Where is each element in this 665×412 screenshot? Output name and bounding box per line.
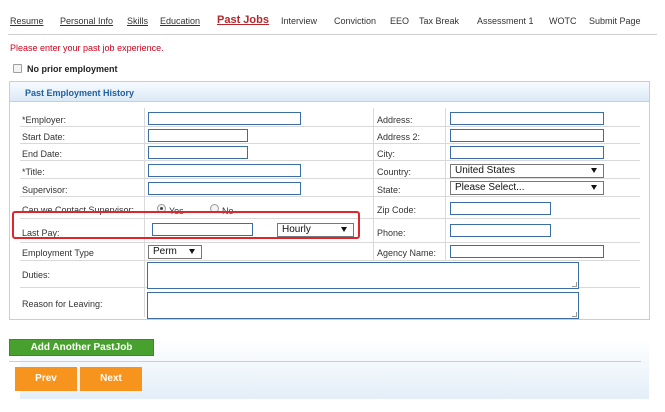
row-divider (20, 178, 640, 179)
start-date-label: Start Date: (22, 132, 66, 142)
nav-item-wotc[interactable]: WOTC (549, 16, 577, 26)
resize-grip-icon[interactable] (572, 282, 577, 287)
last-pay-highlight (12, 211, 360, 239)
employment-type-value: Perm (153, 246, 177, 257)
panel-header: Past Employment History (10, 82, 649, 102)
address2-label: Address 2: (377, 132, 421, 142)
state-select[interactable]: Please Select... (450, 181, 604, 195)
supervisor-label: Supervisor: (22, 185, 68, 195)
supervisor-input[interactable] (148, 182, 301, 195)
chevron-down-icon (591, 185, 597, 190)
column-divider (445, 108, 446, 260)
address-input[interactable] (450, 112, 604, 125)
title-input[interactable] (148, 164, 301, 177)
past-employment-panel: Past Employment History *Employer: Start… (9, 81, 650, 399)
state-value: Please Select... (455, 182, 525, 193)
country-value: United States (455, 165, 516, 176)
employer-input[interactable] (148, 112, 301, 125)
nav-item-education[interactable]: Education (160, 16, 200, 26)
address2-input[interactable] (450, 129, 604, 142)
step-navigation: Resume Personal Info Skills Education Pa… (0, 0, 665, 34)
row-divider (20, 126, 640, 127)
row-divider (20, 260, 640, 261)
reason-for-leaving-textarea[interactable] (147, 292, 579, 319)
row-divider (20, 160, 640, 161)
city-input[interactable] (450, 146, 604, 159)
nav-item-personal-info[interactable]: Personal Info (60, 16, 113, 26)
end-date-input[interactable] (148, 146, 248, 159)
zip-code-label: Zip Code: (377, 205, 417, 215)
panel-title: Past Employment History (25, 88, 135, 98)
nav-item-resume[interactable]: Resume (10, 16, 44, 26)
nav-item-assessment-1[interactable]: Assessment 1 (477, 16, 534, 26)
reason-for-leaving-label: Reason for Leaving: (22, 299, 103, 309)
start-date-input[interactable] (148, 129, 248, 142)
state-label: State: (377, 185, 401, 195)
country-select[interactable]: United States (450, 164, 604, 178)
resize-grip-icon[interactable] (572, 312, 577, 317)
phone-label: Phone: (377, 228, 406, 238)
row-divider (20, 196, 640, 197)
row-divider (20, 242, 640, 243)
agency-name-label: Agency Name: (377, 248, 437, 258)
no-prior-employment-label: No prior employment (27, 64, 118, 74)
nav-item-skills[interactable]: Skills (127, 16, 148, 26)
end-date-label: End Date: (22, 149, 63, 159)
country-label: Country: (377, 167, 412, 177)
agency-name-input[interactable] (450, 245, 604, 258)
next-button[interactable]: Next (80, 367, 142, 391)
city-label: City: (377, 149, 395, 159)
title-label: *Title: (22, 167, 45, 177)
chevron-down-icon (189, 249, 195, 254)
prev-button[interactable]: Prev (15, 367, 77, 391)
add-another-past-job-button[interactable]: Add Another PastJob (9, 339, 154, 356)
address-label: Address: (377, 115, 413, 125)
instruction-text: Please enter your past job experience. (10, 43, 164, 53)
employment-type-select[interactable]: Perm (148, 245, 202, 259)
zip-code-input[interactable] (450, 202, 551, 215)
duties-label: Duties: (22, 270, 51, 280)
employer-label: *Employer: (22, 115, 67, 125)
column-divider (144, 260, 145, 317)
nav-item-conviction[interactable]: Conviction (334, 16, 376, 26)
nav-item-eeo[interactable]: EEO (390, 16, 409, 26)
no-prior-employment-checkbox[interactable] (13, 64, 22, 73)
duties-textarea[interactable] (147, 262, 579, 289)
employment-type-label: Employment Type (22, 248, 94, 258)
column-divider (373, 108, 374, 260)
nav-item-submit-page[interactable]: Submit Page (589, 16, 641, 26)
row-divider (20, 143, 640, 144)
button-divider (9, 361, 641, 362)
nav-item-interview[interactable]: Interview (281, 16, 317, 26)
nav-divider (8, 34, 657, 35)
phone-input[interactable] (450, 224, 551, 237)
chevron-down-icon (591, 168, 597, 173)
nav-item-past-jobs[interactable]: Past Jobs (217, 14, 269, 26)
nav-item-tax-break[interactable]: Tax Break (419, 16, 459, 26)
